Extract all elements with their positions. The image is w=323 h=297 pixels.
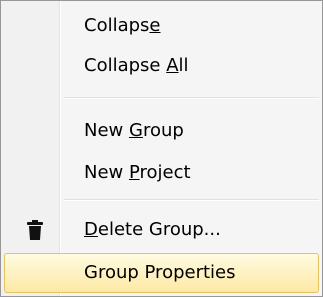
menu-item-new-project[interactable]: New Project (4, 153, 319, 193)
menu-item-label: Collapse All (84, 55, 189, 76)
menu-separator (64, 199, 319, 201)
menu-item-label: Delete Group... (84, 219, 221, 240)
menu-item-label: Collapse (84, 15, 161, 36)
menu-separator (64, 97, 319, 99)
menu-item-label: New Project (84, 162, 191, 183)
context-menu: Collapse Collapse All New Group New Proj… (0, 0, 323, 297)
menu-item-delete-group[interactable]: Delete Group... (4, 210, 319, 250)
menu-item-collapse[interactable]: Collapse (4, 6, 319, 46)
menu-item-new-group[interactable]: New Group (4, 111, 319, 151)
menu-item-group-properties[interactable]: Group Properties (4, 253, 319, 293)
trash-icon (27, 220, 43, 240)
menu-item-label: Group Properties (84, 262, 236, 283)
menu-item-collapse-all[interactable]: Collapse All (4, 46, 319, 86)
menu-item-label: New Group (84, 120, 184, 141)
